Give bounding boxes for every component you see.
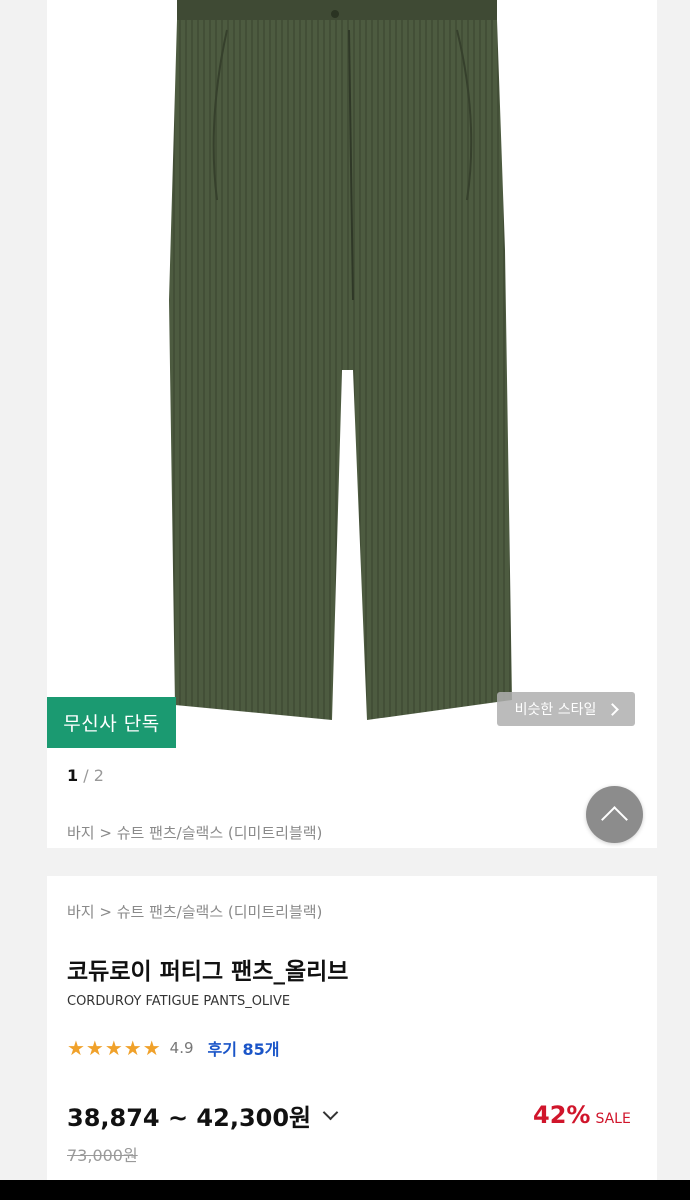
product-image [169, 0, 512, 720]
discount-percent: 42% [533, 1101, 591, 1129]
product-info: 바지 > 슈트 팬츠/슬랙스 (디미트리블랙) 코듀로이 퍼티그 팬츠_올리브 … [47, 876, 657, 1180]
rating-row: ★★★★★ 4.9 후기 85개 [67, 1036, 280, 1060]
breadcrumb[interactable]: 바지 > 슈트 팬츠/슬랙스 (디미트리블랙) [67, 901, 322, 922]
image-pager: 1 / 2 [67, 766, 104, 785]
reviews-link[interactable]: 후기 85개 [208, 1036, 280, 1060]
original-price: 73,000원 [67, 1146, 138, 1165]
star-icon: ★★★★★ [67, 1036, 162, 1060]
product-title: 코듀로이 퍼티그 팬츠_올리브 [67, 959, 349, 985]
price-dropdown[interactable]: 38,874 ~ 42,300원 [67, 1098, 339, 1133]
similar-style-label: 비슷한 스타일 [514, 702, 597, 718]
pager-total: 2 [93, 766, 104, 785]
rating-score: 4.9 [169, 1039, 194, 1057]
scroll-top-button[interactable] [586, 786, 643, 843]
arrow-up-icon [601, 806, 628, 833]
chevron-down-icon [322, 1104, 339, 1121]
exclusive-badge: 무신사 단독 [47, 697, 176, 748]
pager-current: 1 [67, 766, 79, 785]
product-image-gallery[interactable]: 무신사 단독 비슷한 스타일 1 / 2 바지 > 슈트 팬츠/슬랙스 (디미트… [47, 0, 657, 848]
product-title-english: CORDUROY FATIGUE PANTS_OLIVE [67, 994, 291, 1009]
pager-separator: / [78, 766, 94, 785]
sale-label: SALE [595, 1111, 631, 1127]
sale-price: 38,874 ~ 42,300원 [67, 1104, 312, 1132]
breadcrumb-overlay[interactable]: 바지 > 슈트 팬츠/슬랙스 (디미트리블랙) [67, 822, 322, 843]
similar-style-button[interactable]: 비슷한 스타일 [497, 692, 635, 726]
system-bottom-bar [0, 1180, 690, 1200]
discount-badge: 42% SALE [533, 1101, 631, 1129]
chevron-right-icon [606, 702, 620, 716]
